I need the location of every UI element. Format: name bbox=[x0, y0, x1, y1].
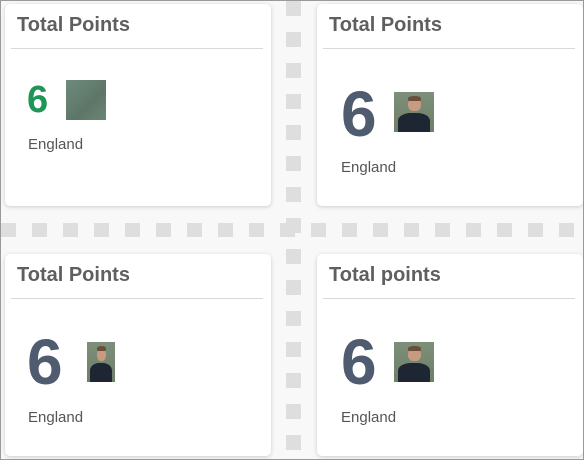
dashboard-frame: Total Points 6 England Total Points 6 En… bbox=[0, 0, 584, 460]
card-divider bbox=[11, 298, 263, 299]
points-value: 6 bbox=[341, 78, 377, 150]
points-value: 6 bbox=[341, 326, 377, 398]
player-photo-icon bbox=[87, 342, 115, 382]
card-title: Total points bbox=[329, 264, 441, 286]
country-label: England bbox=[341, 159, 397, 176]
points-value: 6 bbox=[27, 326, 63, 398]
points-card-2[interactable]: Total Points 6 England bbox=[317, 4, 583, 206]
country-label: England bbox=[28, 409, 84, 426]
card-divider bbox=[323, 48, 575, 49]
card-title: Total Points bbox=[17, 14, 130, 36]
points-card-1[interactable]: Total Points 6 England bbox=[5, 4, 271, 206]
player-photo-placeholder-icon bbox=[66, 80, 106, 120]
drop-zone-vertical-divider bbox=[286, 1, 301, 459]
points-card-4[interactable]: Total points 6 England bbox=[317, 254, 583, 456]
points-value: 6 bbox=[27, 79, 49, 121]
card-title: Total Points bbox=[329, 14, 442, 36]
points-card-3[interactable]: Total Points 6 England bbox=[5, 254, 271, 456]
player-photo-icon bbox=[394, 342, 434, 382]
card-title: Total Points bbox=[17, 264, 130, 286]
country-label: England bbox=[28, 136, 84, 153]
card-divider bbox=[323, 298, 575, 299]
card-divider bbox=[11, 48, 263, 49]
player-photo-icon bbox=[394, 92, 434, 132]
country-label: England bbox=[341, 409, 397, 426]
